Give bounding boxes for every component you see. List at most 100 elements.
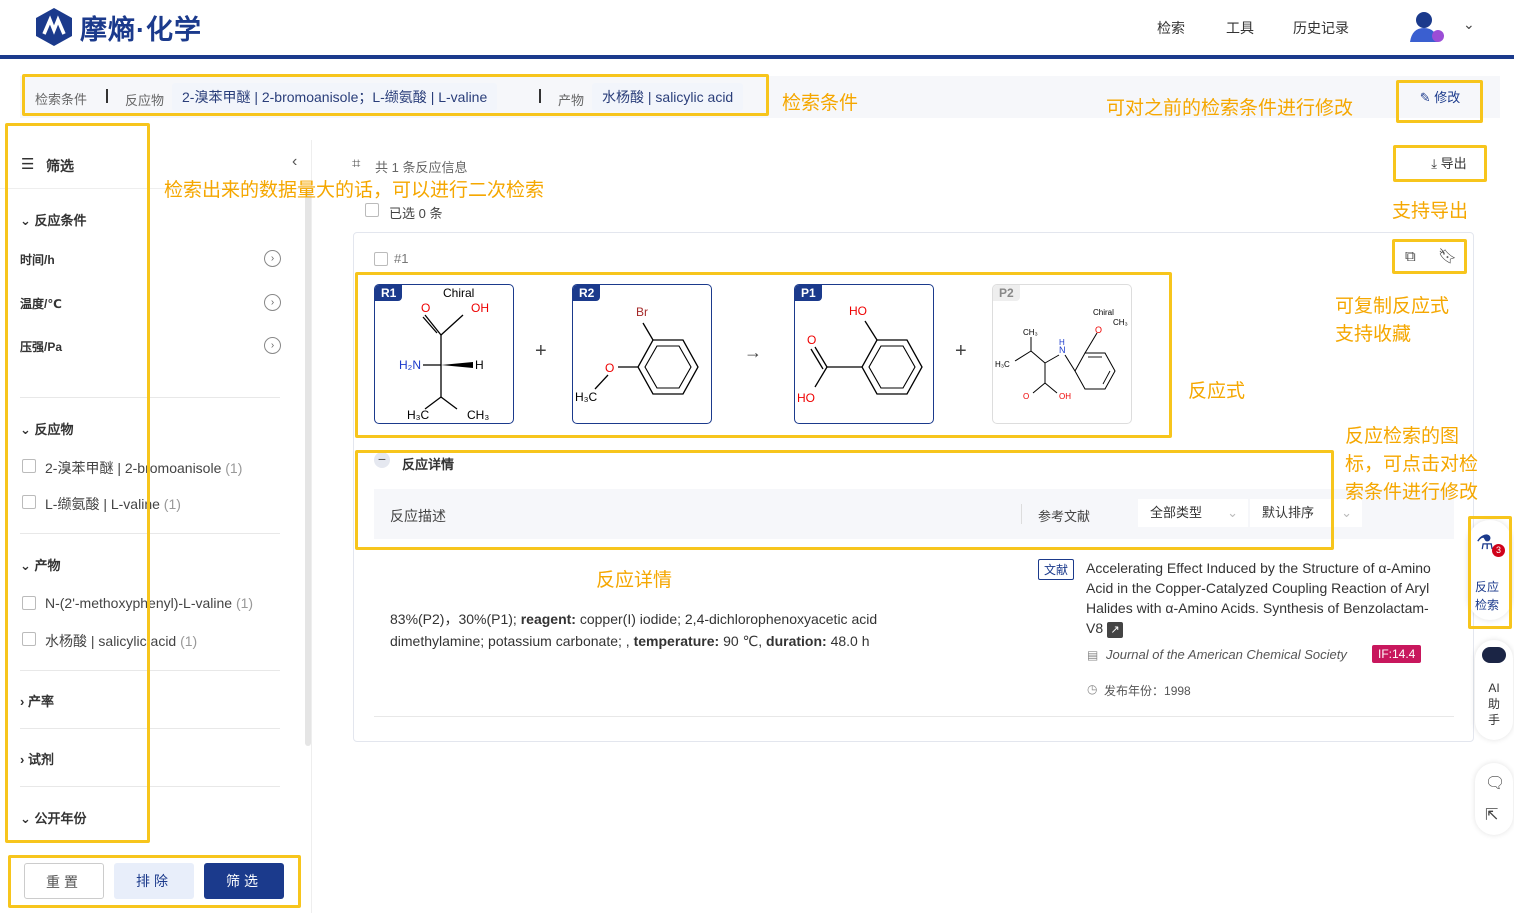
nav-search[interactable]: 检索 <box>1157 18 1185 38</box>
svg-text:O: O <box>605 361 614 375</box>
journal-icon: ▤ <box>1087 648 1099 662</box>
reactant-r2[interactable]: R2 Br O H₃C <box>572 284 712 424</box>
svg-text:H₃C: H₃C <box>575 390 598 404</box>
separator <box>106 89 108 103</box>
product-label: 产物 <box>558 93 585 108</box>
journal-name: Journal of the American Chemical Society <box>1106 647 1347 662</box>
svg-text:O: O <box>807 333 816 347</box>
exclude-button[interactable]: 排除 <box>114 863 194 899</box>
select-all-checkbox[interactable] <box>365 203 379 217</box>
edit-search-button[interactable]: ✎ 修改 <box>1410 84 1470 112</box>
structure-r1: Chiral O OH H₂N H H₃C CH₃ <box>399 286 489 422</box>
structure-p2: Chiral O CH₃ N H CH₃ H₃C O OH <box>995 308 1128 401</box>
annotation-secondary-search: 检索出来的数据量大的话，可以进行二次检索 <box>164 179 545 201</box>
annotation-icon: 标，可点击对检 <box>1345 453 1479 475</box>
section-yield[interactable]: › 产率 <box>20 691 54 710</box>
plus-sign: + <box>955 340 967 362</box>
condition-pressure: 压强/Pa <box>20 340 63 354</box>
chevron-down-icon: ⌄ <box>20 811 35 826</box>
section-products[interactable]: ⌄ 产物 <box>20 555 61 574</box>
reaction-arrow: → <box>744 342 762 362</box>
section-year[interactable]: ⌄ 公开年份 <box>20 808 87 827</box>
filter-button[interactable]: 筛选 <box>204 863 284 899</box>
logo-icon[interactable] <box>36 8 72 46</box>
nav-tools[interactable]: 工具 <box>1226 18 1254 38</box>
impact-badge: IF:14.4 <box>1372 645 1422 663</box>
sidebar-scrollbar[interactable] <box>305 190 311 746</box>
clock-icon: ◷ <box>1087 682 1098 696</box>
search-condition-label: 检索条件 <box>35 92 88 107</box>
filter-icon: ☰ <box>21 156 35 173</box>
structure-p1: HO O HO <box>797 304 923 405</box>
svg-text:Br: Br <box>636 305 648 319</box>
collapse-sidebar-icon[interactable]: ‹ <box>292 153 297 171</box>
reference-header: 参考文献 <box>1038 509 1091 524</box>
chevron-right-icon: › <box>20 694 28 709</box>
logo-text: 摩熵·化学 <box>80 15 202 45</box>
sort-select-value: 默认排序 <box>1262 505 1315 520</box>
reactant-option[interactable]: 2-溴苯甲醚 | 2-bromoanisole (1) <box>45 458 242 478</box>
collapse-details-icon[interactable]: − <box>374 452 390 468</box>
type-select-value: 全部类型 <box>1150 505 1203 520</box>
reaction-search-float[interactable]: ⚗ 3 反应检索 <box>1468 520 1512 620</box>
user-avatar-icon[interactable] <box>1408 8 1446 46</box>
annotation-copy: 可复制反应式 <box>1335 295 1450 317</box>
product-chip[interactable]: 水杨酸 | salicylic acid <box>592 83 744 111</box>
product-p2[interactable]: P2 Chiral O CH₃ N H CH₃ H₃C O OH <box>992 284 1132 424</box>
svg-text:HO: HO <box>797 391 815 405</box>
item-checkbox[interactable] <box>374 252 388 266</box>
feedback-icon[interactable]: 🗨︎ <box>1485 773 1505 793</box>
reaction-search-label: 反应检索 <box>1474 580 1499 612</box>
reactant-r1[interactable]: R1 Chiral O OH H₂N H H₃C CH₃ <box>374 284 514 424</box>
reactant-option[interactable]: L-缬氨酸 | L-valine (1) <box>45 494 181 514</box>
notification-badge: 3 <box>1492 544 1505 557</box>
chevron-down-icon: ⌄ <box>20 422 35 437</box>
ai-label: AI助手 <box>1487 681 1500 727</box>
edit-label: 修改 <box>1434 90 1461 105</box>
svg-text:CH₃: CH₃ <box>1113 318 1128 327</box>
copy-icon[interactable]: ⧉ <box>1405 248 1416 265</box>
tools-float: 🗨︎ ⇱ <box>1475 763 1513 835</box>
ai-assistant-float[interactable]: AI助手 <box>1475 640 1513 740</box>
export-button[interactable]: ⤓ 导出 <box>1418 150 1480 178</box>
svg-text:HO: HO <box>849 304 867 318</box>
expand-arrow-icon[interactable]: › <box>264 337 281 354</box>
svg-text:O: O <box>1095 325 1102 335</box>
reference-title[interactable]: Accelerating Effect Induced by the Struc… <box>1086 558 1431 638</box>
product-p1[interactable]: P1 HO O HO <box>794 284 934 424</box>
external-link-icon[interactable]: ↗ <box>1107 622 1124 638</box>
svg-text:H₃C: H₃C <box>407 408 430 422</box>
product-option[interactable]: N-(2'-methoxyphenyl)-L-valine (1) <box>45 595 253 611</box>
section-reagent[interactable]: › 试剂 <box>20 749 54 768</box>
annotation-icon: 索条件进行修改 <box>1345 481 1479 503</box>
checkbox[interactable] <box>22 459 36 473</box>
checkbox[interactable] <box>22 596 36 610</box>
condition-temperature: 温度/℃ <box>20 297 62 311</box>
bookmark-icon[interactable]: 🔖︎ <box>1438 247 1457 265</box>
reference-badge: 文献 <box>1038 559 1075 580</box>
back-to-top-icon[interactable]: ⇱ <box>1485 805 1498 825</box>
reset-button[interactable]: 重置 <box>24 863 104 899</box>
edit-icon: ✎ <box>1419 90 1431 105</box>
result-summary: 共 1 条反应信息 <box>375 160 468 175</box>
expand-arrow-icon[interactable]: › <box>264 250 281 267</box>
chevron-down-icon[interactable]: ⌄ <box>1463 16 1475 33</box>
section-reactants[interactable]: ⌄ 反应物 <box>20 419 74 438</box>
svg-text:H: H <box>475 358 484 372</box>
annotation-search-conditions: 检索条件 <box>782 92 859 114</box>
expand-arrow-icon[interactable]: › <box>264 294 281 311</box>
header-bar <box>0 55 1514 59</box>
product-option[interactable]: 水杨酸 | salicylic acid (1) <box>45 631 197 651</box>
section-conditions[interactable]: ⌄ 反应条件 <box>20 210 87 229</box>
condition-time: 时间/h <box>20 253 55 267</box>
chevron-down-icon: ⌄ <box>20 213 35 228</box>
nav-history[interactable]: 历史记录 <box>1293 18 1349 38</box>
reactant-chip[interactable]: 2-溴苯甲醚 | 2-bromoanisole；L-缬氨酸 | L-valine <box>172 83 498 111</box>
checkbox[interactable] <box>22 632 36 646</box>
robot-icon <box>1482 647 1506 663</box>
type-select[interactable]: 全部类型 ⌄ <box>1138 499 1248 527</box>
svg-text:H₂N: H₂N <box>399 358 421 372</box>
annotation-favorite: 支持收藏 <box>1335 323 1412 345</box>
item-id: #1 <box>394 251 409 266</box>
checkbox[interactable] <box>22 495 36 509</box>
